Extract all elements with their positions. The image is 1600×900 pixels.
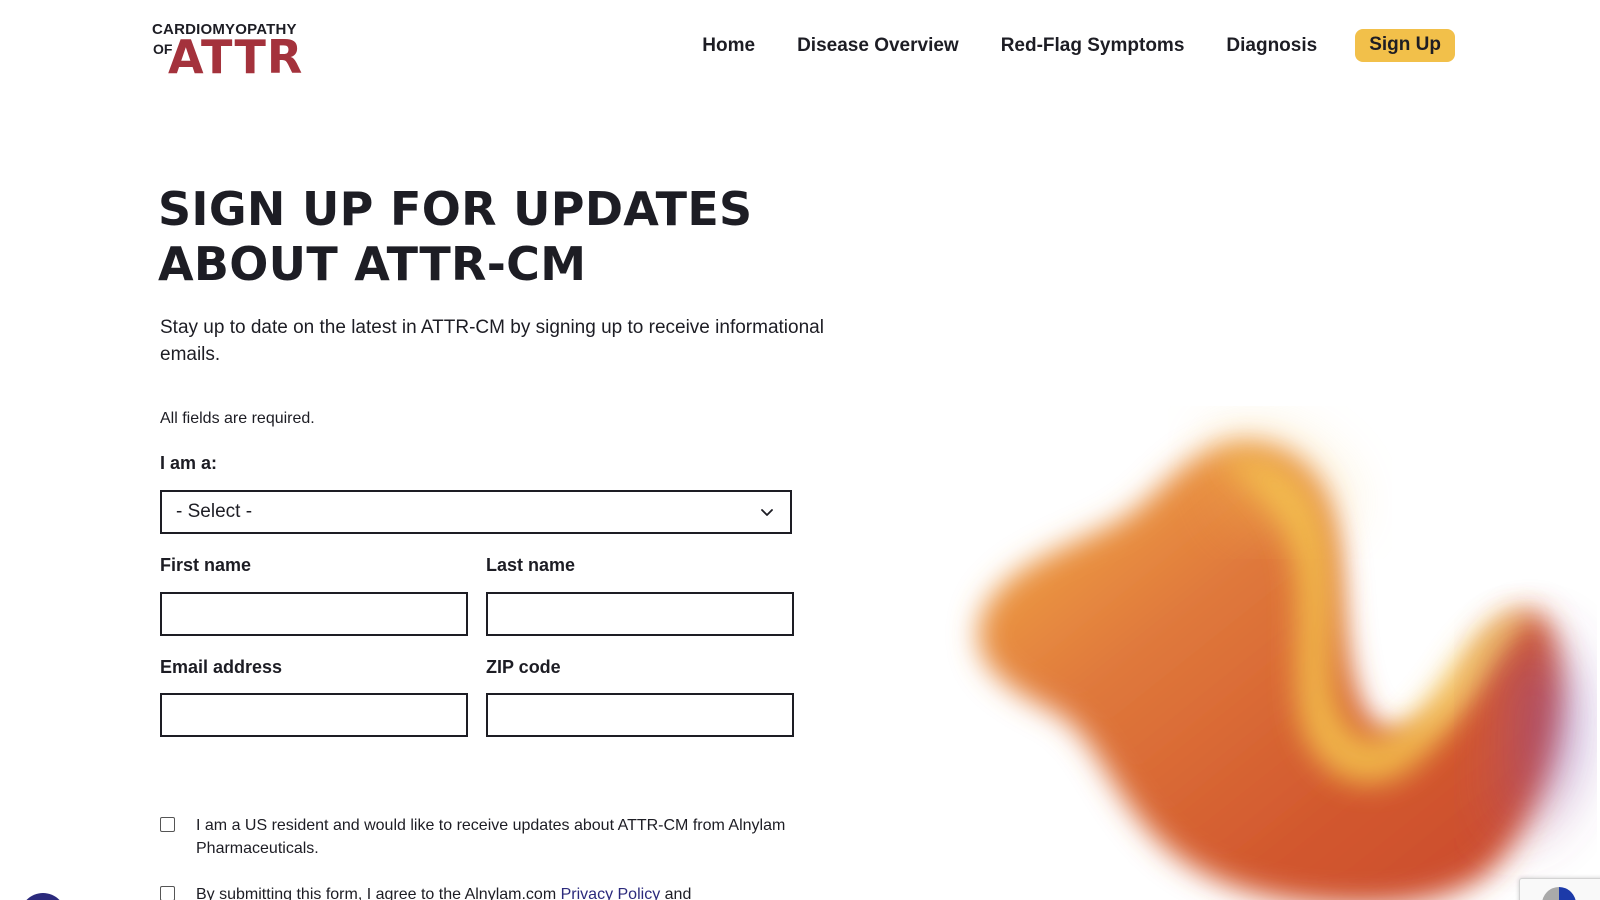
logo-text-attr: ATTR	[168, 30, 304, 84]
accessibility-icon[interactable]	[20, 893, 66, 900]
email-label: Email address	[160, 657, 283, 677]
privacy-policy-link[interactable]: Privacy Policy	[561, 886, 661, 900]
nav-sign-up-button[interactable]: Sign Up	[1355, 29, 1455, 62]
required-fields-note: All fields are required.	[160, 410, 315, 427]
first-name-field[interactable]	[160, 592, 468, 636]
consent-terms-suffix: and	[664, 886, 692, 900]
page: CARDIOMYOPATHY OF ATTR Home Disease Over…	[0, 0, 1600, 900]
zip-code-field[interactable]	[486, 693, 794, 737]
consent-resident-text: I am a US resident and would like to rec…	[196, 817, 786, 857]
nav-item-diagnosis[interactable]: Diagnosis	[1226, 35, 1317, 57]
page-title-line2: ABOUT ATTR-CM	[158, 237, 587, 291]
nav-item-red-flag-symptoms[interactable]: Red-Flag Symptoms	[1001, 35, 1185, 57]
page-title-line1: SIGN UP FOR UPDATES	[158, 182, 753, 236]
chevron-down-icon	[761, 509, 773, 516]
role-label: I am a:	[160, 453, 218, 473]
role-select-value: - Select -	[176, 501, 253, 522]
email-field[interactable]	[160, 693, 468, 737]
nav-item-disease-overview[interactable]: Disease Overview	[797, 35, 959, 57]
last-name-label: Last name	[486, 555, 576, 575]
decorative-gradient-blob	[978, 434, 1570, 900]
page-title: SIGN UP FOR UPDATES ABOUT ATTR-CM	[158, 182, 858, 292]
consent-terms-row: By submitting this form, I agree to the …	[160, 883, 800, 900]
first-name-label: First name	[160, 555, 252, 575]
role-select[interactable]: - Select -	[160, 490, 792, 534]
recaptcha-badge	[1519, 878, 1600, 900]
recaptcha-icon	[1542, 887, 1576, 900]
consent-terms-checkbox[interactable]	[160, 886, 175, 900]
last-name-field[interactable]	[486, 592, 794, 636]
main-nav: Home Disease Overview Red-Flag Symptoms …	[660, 29, 1455, 62]
zip-label: ZIP code	[486, 657, 561, 677]
consent-resident-row: I am a US resident and would like to rec…	[160, 814, 800, 860]
nav-item-home[interactable]: Home	[702, 35, 755, 57]
consent-terms-prefix: By submitting this form, I agree to the …	[196, 886, 557, 900]
site-logo[interactable]: CARDIOMYOPATHY OF ATTR	[152, 21, 302, 81]
consent-resident-checkbox[interactable]	[160, 817, 175, 832]
intro-text: Stay up to date on the latest in ATTR-CM…	[160, 317, 824, 365]
consent-terms-text: By submitting this form, I agree to the …	[196, 883, 691, 900]
